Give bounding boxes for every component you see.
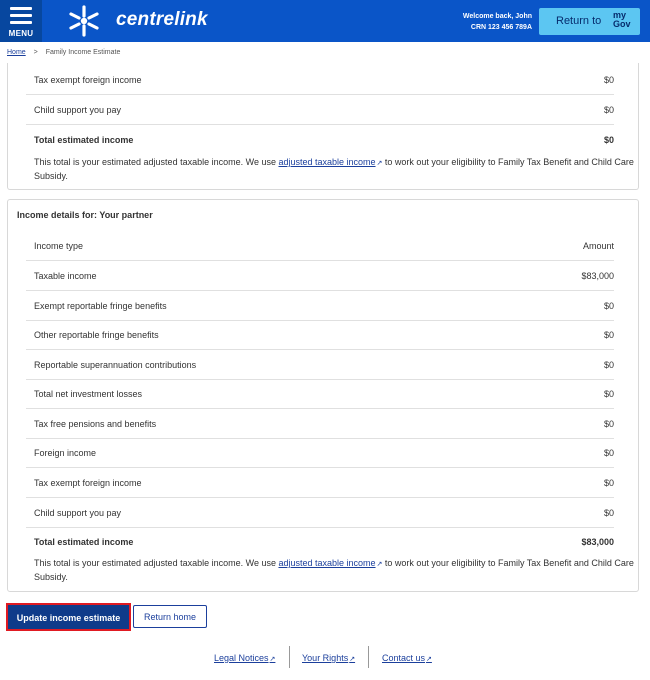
total-amount: $83,000	[581, 537, 614, 547]
table-row: Tax free pensions and benefits $0	[26, 409, 614, 439]
total-amount: $0	[603, 135, 614, 145]
table-row: Child support you pay $0	[26, 95, 614, 125]
row-label: Reportable superannuation contributions	[34, 360, 197, 370]
row-label: Exempt reportable fringe benefits	[34, 301, 167, 311]
external-link-icon: ↗	[426, 656, 432, 663]
table-row: Child support you pay $0	[26, 498, 614, 528]
partner-income-panel: Income details for: Your partner Income …	[7, 199, 639, 592]
menu-icon	[10, 7, 32, 28]
note-text-start: This total is your estimated adjusted ta…	[34, 558, 279, 568]
top-navigation-bar: MENU centrelink Welcome back, John CRN 1…	[0, 0, 650, 42]
row-amount: $0	[603, 105, 614, 115]
menu-label: MENU	[8, 29, 34, 38]
adjusted-taxable-income-link[interactable]: adjusted taxable income	[278, 558, 375, 568]
update-income-estimate-button[interactable]: Update income estimate	[6, 603, 131, 631]
row-amount: $0	[603, 301, 614, 311]
user-welcome: Welcome back, John CRN 123 456 789A	[463, 11, 532, 33]
breadcrumb: Home > Family Income Estimate	[7, 49, 120, 56]
partner-section-title: Income details for: Your partner	[17, 210, 153, 220]
footer-divider	[368, 646, 369, 668]
contact-us-label: Contact us	[382, 653, 426, 663]
table-row: Taxable income $83,000	[26, 261, 614, 291]
crn-text: CRN 123 456 789A	[470, 24, 532, 31]
brand-name: centrelink	[116, 9, 208, 30]
row-amount: $0	[603, 75, 614, 85]
row-label: Foreign income	[34, 448, 97, 458]
table-row: Other reportable fringe benefits $0	[26, 320, 614, 350]
footer-divider	[289, 646, 290, 668]
adjusted-taxable-income-link[interactable]: adjusted taxable income	[278, 157, 375, 167]
update-button-label: Update income estimate	[16, 613, 121, 623]
row-label: Tax exempt foreign income	[34, 478, 142, 488]
menu-button[interactable]: MENU	[0, 0, 42, 42]
your-rights-label: Your Rights	[302, 653, 349, 663]
breadcrumb-separator: >	[33, 49, 38, 56]
table-row: Tax exempt foreign income $0	[26, 468, 614, 498]
mygov-logo-gov: Gov	[613, 19, 631, 29]
row-amount: $0	[603, 330, 614, 340]
total-row: Total estimated income $83,000	[26, 527, 614, 557]
row-label: Other reportable fringe benefits	[34, 330, 159, 340]
return-label: Return to	[556, 15, 602, 27]
contact-us-link[interactable]: Contact us↗	[382, 653, 432, 663]
total-label: Total estimated income	[34, 135, 134, 145]
row-amount: $0	[603, 508, 614, 518]
row-amount: $0	[603, 478, 614, 488]
row-amount: $0	[603, 360, 614, 370]
legal-notices-link[interactable]: Legal Notices↗	[214, 653, 275, 663]
total-row: Total estimated income $0	[26, 125, 614, 155]
total-label: Total estimated income	[34, 537, 134, 547]
welcome-text: Welcome back, John	[462, 13, 532, 20]
breadcrumb-current: Family Income Estimate	[45, 49, 121, 56]
income-note: This total is your estimated adjusted ta…	[34, 557, 634, 584]
row-amount: $83,000	[581, 271, 614, 281]
your-rights-link[interactable]: Your Rights↗	[302, 653, 355, 663]
row-amount: $0	[603, 448, 614, 458]
legal-notices-label: Legal Notices	[214, 653, 269, 663]
row-label: Child support you pay	[34, 508, 122, 518]
your-income-panel: Tax exempt foreign income $0 Child suppo…	[7, 63, 639, 190]
breadcrumb-home-link[interactable]: Home	[7, 49, 26, 56]
column-header-income-type: Income type	[34, 241, 84, 251]
table-row: Reportable superannuation contributions …	[26, 350, 614, 380]
centrelink-star-icon	[69, 5, 99, 37]
return-to-mygov-button[interactable]: Return to my Gov	[539, 8, 640, 35]
note-text-start: This total is your estimated adjusted ta…	[34, 157, 279, 167]
table-row: Tax exempt foreign income $0	[26, 65, 614, 95]
column-header-amount: Amount	[582, 241, 614, 251]
return-home-button[interactable]: Return home	[133, 605, 207, 628]
row-label: Tax free pensions and benefits	[34, 419, 157, 429]
income-note: This total is your estimated adjusted ta…	[34, 156, 634, 183]
table-row: Total net investment losses $0	[26, 379, 614, 409]
row-label: Child support you pay	[34, 105, 122, 115]
return-home-label: Return home	[143, 612, 197, 622]
row-amount: $0	[603, 419, 614, 429]
external-link-icon: ↗	[269, 656, 276, 663]
row-label: Tax exempt foreign income	[34, 75, 142, 85]
row-amount: $0	[603, 389, 614, 399]
row-label: Taxable income	[34, 271, 97, 281]
row-label: Total net investment losses	[34, 389, 143, 399]
mygov-logo: my Gov	[613, 11, 631, 29]
table-header-row: Income type Amount	[26, 231, 614, 261]
external-link-icon: ↗	[349, 656, 356, 663]
footer-links: Legal Notices↗ Your Rights↗ Contact us↗	[0, 646, 650, 668]
table-row: Exempt reportable fringe benefits $0	[26, 291, 614, 321]
table-row: Foreign income $0	[26, 438, 614, 468]
